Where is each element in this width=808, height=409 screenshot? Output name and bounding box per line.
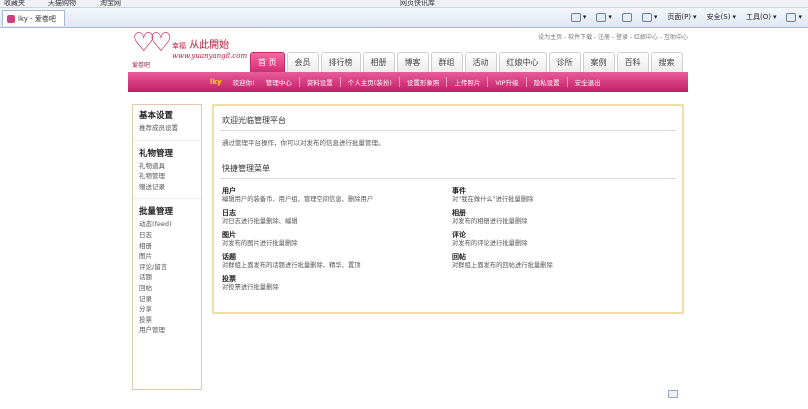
favorite-link[interactable]: 网页快讯库 — [400, 0, 435, 7]
help-icon — [786, 12, 797, 22]
nav-members[interactable]: 会员 — [286, 52, 319, 72]
logo-slogan: 幸福 从此開始 — [172, 40, 230, 51]
nav-matchmaker[interactable]: 红娘中心 — [498, 52, 547, 72]
sidebar-group-title: 批量管理 — [139, 207, 174, 218]
sub-nav-upload-photo[interactable]: 上传照片 — [447, 77, 489, 87]
favorite-link[interactable]: 淘宝网 — [100, 0, 121, 7]
sidebar-link-feed[interactable]: 动态(feed) — [139, 219, 195, 230]
tools-menu-button[interactable]: 工具(O) ▾ — [746, 12, 777, 22]
nav-groups[interactable]: 群组 — [430, 52, 463, 72]
sidebar-link-gift-items[interactable]: 礼物道具 — [139, 161, 195, 172]
sub-nav-admin-center[interactable]: 管理中心 — [259, 77, 300, 87]
sub-nav-profile-settings[interactable]: 资料设置 — [300, 77, 341, 87]
browser-tab[interactable]: lky - 爱卷吧 — [2, 10, 65, 26]
quick-item-replies[interactable]: 回帖 对群组上面发布的回帖进行批量删除 — [452, 253, 672, 270]
sidebar-link-replies[interactable]: 回帖 — [139, 283, 195, 294]
command-bar: ▾ ▾ ▾ 页面(P) ▾ 安全(S) ▾ 工具(O) ▾ ▾ — [570, 12, 802, 22]
sub-nav-logout[interactable]: 安全退出 — [568, 77, 608, 87]
browser-tab-title: lky - 爱卷吧 — [18, 14, 56, 23]
quick-item-albums[interactable]: 相册 对发布的相册进行批量删除 — [452, 209, 672, 226]
main-nav: 首 页 会员 排行榜 相册 博客 群组 活动 红娘中心 诊所 案例 百科 搜索 — [250, 52, 683, 72]
sidebar-link-shares[interactable]: 分享 — [139, 304, 195, 315]
current-username[interactable]: lky — [210, 78, 222, 86]
quick-item-polls[interactable]: 投票 对投票进行批量删除 — [222, 275, 450, 292]
nav-home[interactable]: 首 页 — [250, 52, 285, 72]
nav-wiki[interactable]: 百科 — [616, 52, 649, 72]
mail-icon — [621, 12, 632, 22]
intro-text: 通过管理平台操作，你可以对发布的信息进行批量管理。 — [222, 139, 385, 147]
browser-tab-bar: lky - 爱卷吧 ▾ ▾ ▾ 页面(P) ▾ 安全(S) ▾ 工具(O) ▾ ▾ — [0, 8, 808, 28]
feeds-button[interactable]: ▾ — [596, 12, 612, 22]
quick-item-photos[interactable]: 图片 对发布的图片进行批量删除 — [222, 231, 450, 248]
status-bar-icon[interactable] — [668, 390, 678, 398]
sub-nav-vip-upgrade[interactable]: VIP升级 — [488, 77, 527, 87]
home-icon — [570, 12, 581, 22]
sidebar-link-gift-records[interactable]: 赠送记录 — [139, 182, 195, 193]
favorites-bar: 收藏夹 天猫购物 淘宝网 网页快讯库 — [0, 0, 808, 8]
sidebar-link-blog[interactable]: 日志 — [139, 230, 195, 241]
nav-cases[interactable]: 案例 — [582, 52, 615, 72]
sub-nav: lky 欢迎你! 管理中心 资料设置 个人主页(装扮) 设置形象照 上传照片 V… — [128, 72, 688, 92]
welcome-text: 欢迎你! — [232, 79, 255, 87]
nav-clinic[interactable]: 诊所 — [548, 52, 581, 72]
welcome-heading: 欢迎光临管理平台 — [220, 112, 676, 131]
sidebar-link-comments[interactable]: 评论/留言 — [139, 262, 195, 273]
sidebar-link-albums[interactable]: 相册 — [139, 241, 195, 252]
sidebar-link-polls[interactable]: 投票 — [139, 315, 195, 326]
quick-menu-heading: 快捷管理菜单 — [220, 153, 676, 179]
print-icon — [641, 12, 652, 22]
sidebar-link-photos[interactable]: 图片 — [139, 251, 195, 262]
sidebar-group-title: 基本设置 — [139, 111, 174, 121]
sidebar-group-title: 礼物管理 — [139, 148, 174, 159]
quick-item-users[interactable]: 用户 编辑用户的装备币、用户组、管理空间信息、删除用户 — [222, 187, 450, 204]
safety-menu-button[interactable]: 安全(S) ▾ — [707, 12, 736, 22]
favorite-link[interactable]: 天猫购物 — [48, 0, 76, 7]
nav-ranking[interactable]: 排行榜 — [320, 52, 361, 72]
top-links[interactable]: 设为主页 - 软件下载 - 注册 - 登录 - 红娘中心 - 互助中心 — [538, 32, 688, 41]
logo-url: www.yuanyang8.com — [172, 52, 248, 60]
sidebar-link-topics[interactable]: 话题 — [139, 272, 195, 283]
sidebar-link-gift-manage[interactable]: 礼物管理 — [139, 171, 195, 182]
sidebar-group-basic: 基本设置 推荐成员设置 — [133, 105, 201, 138]
nav-blog[interactable]: 博客 — [396, 52, 429, 72]
favorites-menu[interactable]: 收藏夹 — [4, 0, 25, 7]
site-logo[interactable]: ♡♡ 爱卷吧 幸福 从此開始 www.yuanyang8.com — [128, 30, 258, 72]
page: 设为主页 - 软件下载 - 注册 - 登录 - 红娘中心 - 互助中心 ♡♡ 爱… — [128, 28, 688, 390]
quick-menu-grid: 用户 编辑用户的装备币、用户组、管理空间信息、删除用户 事件 对"我在做什么"进行批… — [220, 179, 676, 292]
admin-sidebar: 基本设置 推荐成员设置 礼物管理 礼物道具 礼物管理 赠送记录 批量管理 动态(… — [132, 104, 202, 390]
sub-nav-avatar-photo[interactable]: 设置形象照 — [400, 77, 448, 87]
nav-albums[interactable]: 相册 — [362, 52, 395, 72]
sidebar-link-records[interactable]: 记录 — [139, 294, 195, 305]
help-button[interactable]: ▾ — [786, 12, 802, 22]
quick-item-topics[interactable]: 话题 对群组上面发布的话题进行批量删除、精华、置顶 — [222, 253, 450, 270]
nav-search[interactable]: 搜索 — [650, 52, 683, 72]
print-button[interactable]: ▾ — [641, 12, 657, 22]
quick-item-blog[interactable]: 日志 对日志进行批量删除、编辑 — [222, 209, 450, 226]
quick-item-comments[interactable]: 评论 对发布的评论进行批量删除 — [452, 231, 672, 248]
sidebar-group-gifts: 礼物管理 礼物道具 礼物管理 赠送记录 — [133, 143, 201, 197]
page-menu-button[interactable]: 页面(P) ▾ — [667, 12, 696, 22]
sub-nav-privacy[interactable]: 隐私设置 — [527, 77, 568, 87]
nav-events[interactable]: 活动 — [464, 52, 497, 72]
feeds-icon — [596, 12, 607, 22]
site-favicon-icon — [7, 14, 15, 23]
mail-button[interactable] — [621, 12, 632, 22]
logo-subtitle: 爱卷吧 — [132, 62, 151, 69]
sub-nav-homepage-decor[interactable]: 个人主页(装扮) — [341, 77, 400, 87]
sidebar-group-batch: 批量管理 动态(feed) 日志 相册 图片 评论/留言 话题 回帖 记录 分享… — [133, 201, 201, 340]
sidebar-link-recommend[interactable]: 推荐成员设置 — [139, 123, 195, 134]
hearts-logo-icon: ♡♡ — [132, 28, 173, 58]
sidebar-link-users[interactable]: 用户管理 — [139, 325, 195, 336]
quick-item-events[interactable]: 事件 对"我在做什么"进行批量删除 — [452, 187, 672, 204]
home-button[interactable]: ▾ — [570, 12, 586, 22]
admin-content-panel: 欢迎光临管理平台 通过管理平台操作，你可以对发布的信息进行批量管理。 快捷管理菜… — [212, 104, 684, 314]
